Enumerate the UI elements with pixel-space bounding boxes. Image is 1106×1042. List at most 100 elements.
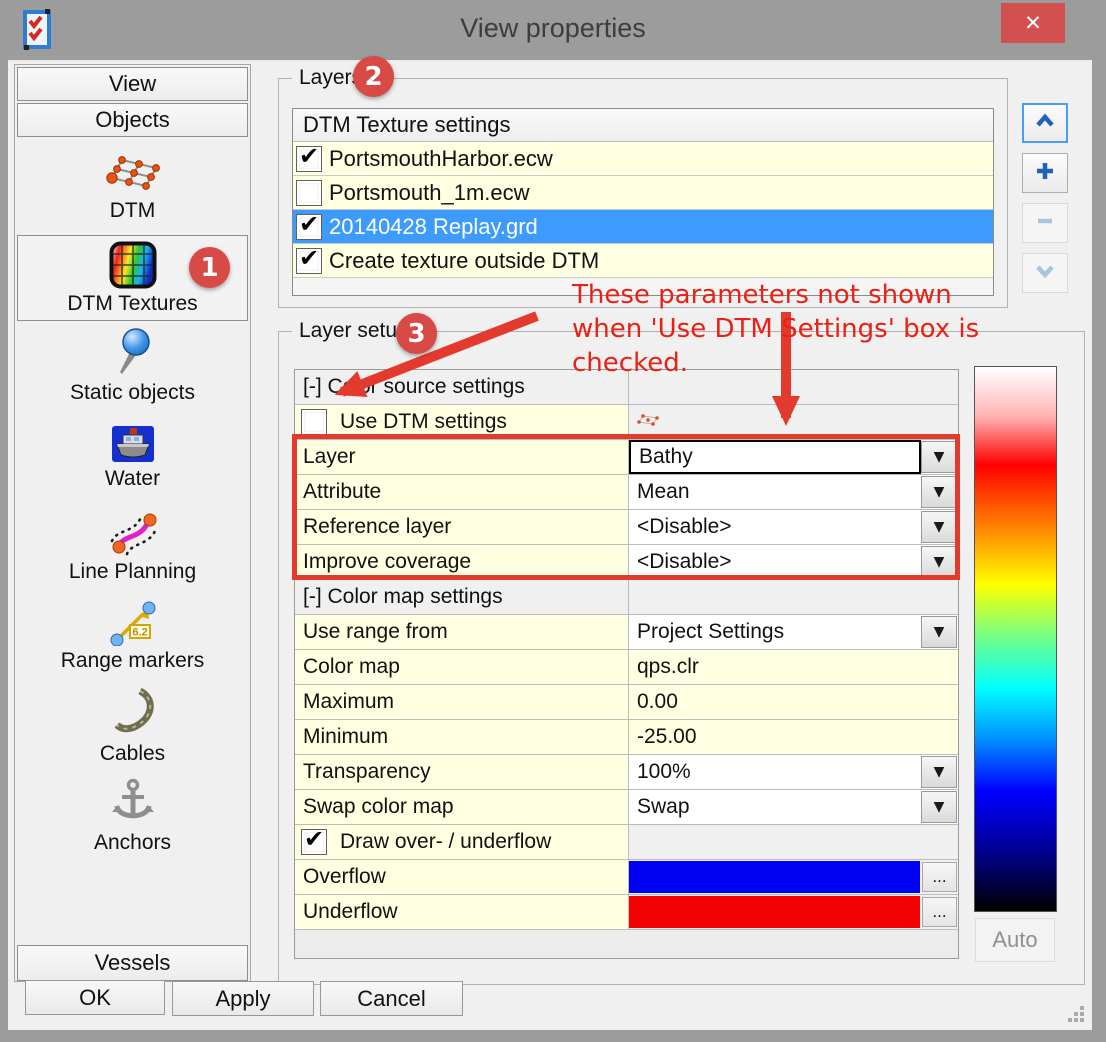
tab-view[interactable]: View <box>17 67 248 101</box>
reference-layer-dropdown[interactable]: <Disable> ▼ <box>629 510 958 544</box>
dropdown-value: <Disable> <box>637 550 732 574</box>
close-button[interactable]: ✕ <box>1001 3 1065 43</box>
dropdown-value: 100% <box>637 760 691 784</box>
property-row-minimum: Minimum -25.00 <box>295 720 958 755</box>
property-row-swap-color-map: Swap color map Swap ▼ <box>295 790 958 825</box>
annotation-badge-1: 1 <box>189 247 230 288</box>
sidebar-item-water[interactable]: Water <box>17 411 248 501</box>
minus-icon <box>1035 211 1055 236</box>
layers-list[interactable]: DTM Texture settings ✔ PortsmouthHarbor.… <box>292 108 994 296</box>
layers-list-buttons <box>1022 103 1068 303</box>
property-row-overflow: Overflow ... <box>295 860 958 895</box>
dtm-icon <box>106 152 160 196</box>
remove-button[interactable] <box>1022 203 1068 243</box>
swap-color-map-dropdown[interactable]: Swap ▼ <box>629 790 958 824</box>
property-row-use-range-from: Use range from Project Settings ▼ <box>295 615 958 650</box>
tab-objects[interactable]: Objects <box>17 103 248 137</box>
sidebar-item-anchors[interactable]: Anchors <box>17 771 248 861</box>
tab-vessels[interactable]: Vessels <box>17 945 248 981</box>
transparency-dropdown[interactable]: 100% ▼ <box>629 755 958 789</box>
sidebar-item-line-planning[interactable]: Line Planning <box>17 501 248 591</box>
property-label: Layer <box>295 440 629 474</box>
move-up-button[interactable] <box>1022 103 1068 143</box>
annotation-badge-2: 2 <box>353 56 394 97</box>
chevron-down-icon[interactable]: ▼ <box>921 441 957 473</box>
color-map-gradient-bar <box>974 366 1057 912</box>
category-row-color-source-settings: [-] Color source settings <box>295 370 958 405</box>
range-markers-icon: 6.2 <box>107 600 159 646</box>
ok-button[interactable]: OK <box>25 980 165 1015</box>
sidebar-item-label: DTM Textures <box>67 292 197 316</box>
apply-button[interactable]: Apply <box>172 981 314 1016</box>
sidebar-item-label: Cables <box>100 742 165 766</box>
check-row-use-dtm-settings: Use DTM settings <box>295 405 958 440</box>
overflow-picker-button[interactable]: ... <box>922 862 957 892</box>
sidebar-item-label: Range markers <box>61 649 205 673</box>
chevron-down-icon <box>1034 263 1056 284</box>
dropdown-value: Swap <box>637 795 690 819</box>
property-label: Use DTM settings <box>340 410 507 434</box>
layer-setup-group: Layer setup [-] Color source settings Us… <box>278 331 1085 985</box>
chevron-down-icon[interactable]: ▼ <box>921 791 957 823</box>
property-row-maximum: Maximum 0.00 <box>295 685 958 720</box>
chevron-down-icon[interactable]: ▼ <box>921 616 957 648</box>
dtm-textures-icon <box>109 241 157 289</box>
chevron-down-icon[interactable]: ▼ <box>921 756 957 788</box>
underflow-color-swatch[interactable] <box>629 896 920 928</box>
layer-label: 20140428 Replay.grd <box>329 214 538 240</box>
sidebar: View Objects DTM DTM Textures <box>14 64 251 982</box>
property-row-transparency: Transparency 100% ▼ <box>295 755 958 790</box>
layer-checkbox[interactable]: ✔ <box>296 248 322 274</box>
maximum-value[interactable]: 0.00 <box>629 685 958 719</box>
layer-row[interactable]: Portsmouth_1m.ecw <box>293 176 993 210</box>
property-label: Overflow <box>295 860 629 894</box>
layers-group: Layers DTM Texture settings ✔ Portsmouth… <box>278 78 1008 308</box>
property-row-underflow: Underflow ... <box>295 895 958 930</box>
property-label: Underflow <box>295 895 629 929</box>
cancel-button[interactable]: Cancel <box>320 981 463 1016</box>
property-label: Use range from <box>295 615 629 649</box>
layer-dropdown[interactable]: Bathy ▼ <box>629 440 958 474</box>
chevron-up-icon <box>1034 113 1056 134</box>
use-dtm-settings-checkbox[interactable] <box>301 409 327 435</box>
move-down-button[interactable] <box>1022 253 1068 293</box>
annotation-badge-3: 3 <box>396 313 437 354</box>
chevron-down-icon[interactable]: ▼ <box>921 511 957 543</box>
category-label: [-] Color map settings <box>295 580 629 614</box>
underflow-picker-button[interactable]: ... <box>922 897 957 927</box>
auto-button[interactable]: Auto <box>975 918 1055 962</box>
property-label: Color map <box>295 650 629 684</box>
sidebar-item-dtm[interactable]: DTM <box>17 139 248 235</box>
layer-checkbox[interactable]: ✔ <box>296 214 322 240</box>
color-map-value[interactable]: qps.clr <box>629 650 958 684</box>
layer-row[interactable]: ✔ 20140428 Replay.grd <box>293 210 993 244</box>
title-bar[interactable]: View properties ✕ <box>0 0 1106 60</box>
resize-grip-icon[interactable] <box>1066 1004 1088 1031</box>
layer-row[interactable]: ✔ PortsmouthHarbor.ecw <box>293 142 993 176</box>
layer-checkbox[interactable]: ✔ <box>296 146 322 172</box>
layer-checkbox[interactable] <box>296 180 322 206</box>
draw-over-underflow-checkbox[interactable]: ✔ <box>301 829 327 855</box>
sidebar-item-cables[interactable]: Cables <box>17 681 248 771</box>
add-button[interactable] <box>1022 153 1068 193</box>
property-label: Draw over- / underflow <box>340 830 551 854</box>
sidebar-item-range-markers[interactable]: 6.2 Range markers <box>17 591 248 681</box>
sidebar-item-label: Static objects <box>70 381 195 405</box>
chevron-down-icon[interactable]: ▼ <box>921 546 957 578</box>
layer-row[interactable]: ✔ Create texture outside DTM <box>293 244 993 278</box>
layer-label: PortsmouthHarbor.ecw <box>329 146 553 172</box>
sidebar-item-label: Line Planning <box>69 560 196 584</box>
view-properties-dialog: View properties ✕ View Objects DTM <box>0 0 1106 1042</box>
dtm-mini-icon <box>637 410 659 434</box>
chevron-down-icon[interactable]: ▼ <box>921 476 957 508</box>
overflow-color-swatch[interactable] <box>629 861 920 893</box>
property-row-reference-layer: Reference layer <Disable> ▼ <box>295 510 958 545</box>
dropdown-value: Mean <box>637 480 690 504</box>
category-label: [-] Color source settings <box>295 370 629 404</box>
sidebar-item-label: DTM <box>110 199 156 223</box>
sidebar-item-static-objects[interactable]: Static objects <box>17 321 248 411</box>
minimum-value[interactable]: -25.00 <box>629 720 958 754</box>
attribute-dropdown[interactable]: Mean ▼ <box>629 475 958 509</box>
improve-coverage-dropdown[interactable]: <Disable> ▼ <box>629 545 958 579</box>
use-range-from-dropdown[interactable]: Project Settings ▼ <box>629 615 958 649</box>
